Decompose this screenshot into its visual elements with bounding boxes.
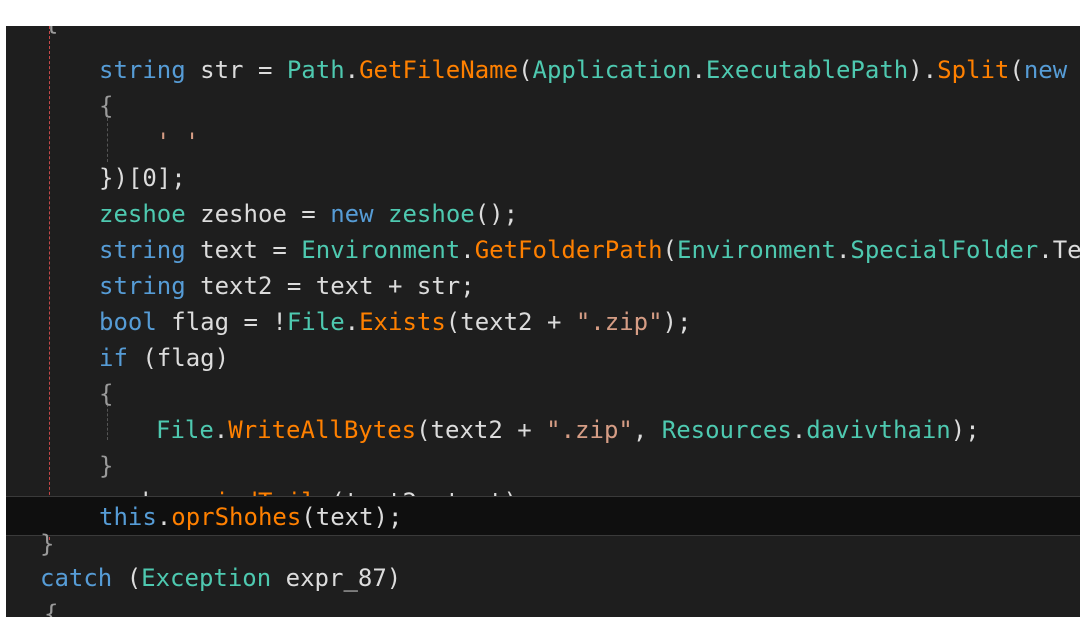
code-text: ' ' xyxy=(156,128,200,156)
code-line-9[interactable]: bool flag = !File.Exists(text2 + ".zip")… xyxy=(6,304,1080,340)
code-line-11[interactable]: { xyxy=(6,376,1080,412)
code-text: string str = Path.GetFileName(Applicatio… xyxy=(99,56,1068,84)
code-text: if (flag) xyxy=(99,344,230,372)
code-line-13[interactable]: } xyxy=(6,448,1080,484)
code-line-12[interactable]: File.WriteAllBytes(text2 + ".zip", Resou… xyxy=(6,412,1080,448)
code-line-7[interactable]: string text = Environment.GetFolderPath(… xyxy=(6,232,1080,268)
code-text: catch (Exception expr_87) xyxy=(40,564,402,592)
code-text: string text = Environment.GetFolderPath(… xyxy=(99,236,1080,264)
code-text: File.WriteAllBytes(text2 + ".zip", Resou… xyxy=(156,416,980,444)
code-line-1[interactable]: { xyxy=(6,26,1080,40)
code-line-18[interactable]: { xyxy=(6,596,1080,617)
code-text: { xyxy=(44,600,59,617)
code-editor[interactable]: { string str = Path.GetFileName(Applicat… xyxy=(6,26,1080,617)
code-text: string text2 = text + str; xyxy=(99,272,475,300)
code-text: { xyxy=(99,380,114,408)
code-line-16[interactable]: } xyxy=(6,526,1080,562)
code-line-17[interactable]: catch (Exception expr_87) xyxy=(6,560,1080,596)
code-text: { xyxy=(99,92,114,120)
code-line-5[interactable]: })[0]; xyxy=(6,160,1080,196)
code-text: } xyxy=(99,452,114,480)
code-text: } xyxy=(40,530,55,558)
open-brace: { xyxy=(44,26,58,40)
code-line-8[interactable]: string text2 = text + str; xyxy=(6,268,1080,304)
code-line-3[interactable]: { xyxy=(6,88,1080,124)
code-line-2[interactable]: string str = Path.GetFileName(Applicatio… xyxy=(6,52,1080,88)
code-line-10[interactable]: if (flag) xyxy=(6,340,1080,376)
code-text: })[0]; xyxy=(99,164,186,192)
code-text: bool flag = !File.Exists(text2 + ".zip")… xyxy=(99,308,692,336)
code-line-4[interactable]: ' ' xyxy=(6,124,1080,160)
code-line-6[interactable]: zeshoe zeshoe = new zeshoe(); xyxy=(6,196,1080,232)
code-text: zeshoe zeshoe = new zeshoe(); xyxy=(99,200,519,228)
